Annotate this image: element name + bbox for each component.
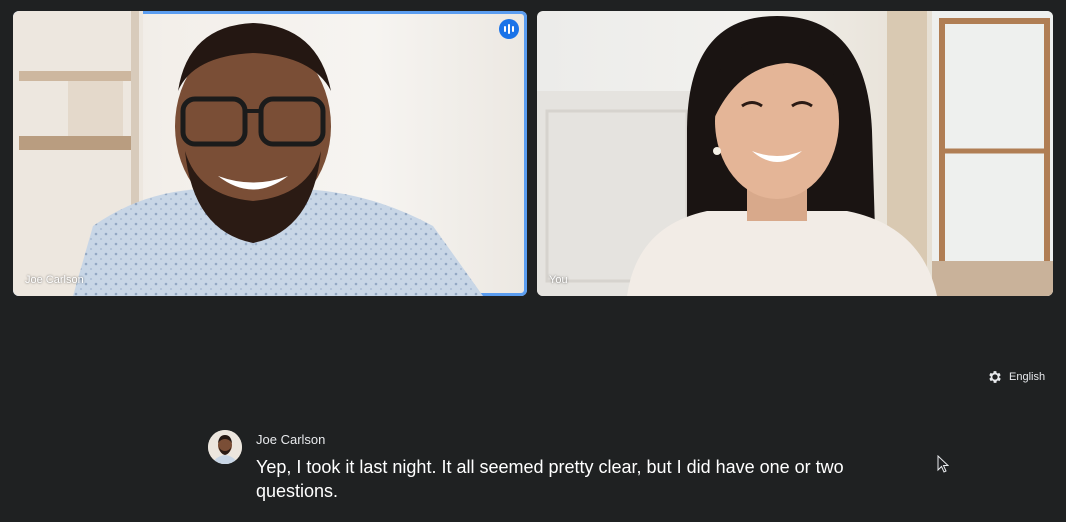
caption-text: Yep, I took it last night. It all seemed…	[256, 457, 844, 501]
caption-speaker-name: Joe Carlson	[256, 432, 326, 447]
speaker-avatar-image	[208, 430, 242, 464]
meeting-stage: Joe Carlson You English Joe Carlson Yep,…	[0, 0, 1066, 522]
mouse-cursor-icon	[937, 455, 949, 473]
participant-video	[13, 11, 483, 296]
caption-language-label: English	[1009, 371, 1046, 383]
participant-name-label: You	[549, 274, 568, 286]
avatar	[208, 430, 242, 464]
gear-icon	[989, 371, 1001, 383]
video-tile-you[interactable]: You	[537, 11, 1053, 296]
participant-name-label: Joe Carlson	[25, 274, 84, 286]
caption-language-button[interactable]: English	[987, 369, 1045, 385]
video-tile-joe-carlson[interactable]: Joe Carlson	[13, 11, 527, 296]
self-video	[537, 11, 1053, 296]
speaking-indicator-icon	[499, 19, 519, 39]
